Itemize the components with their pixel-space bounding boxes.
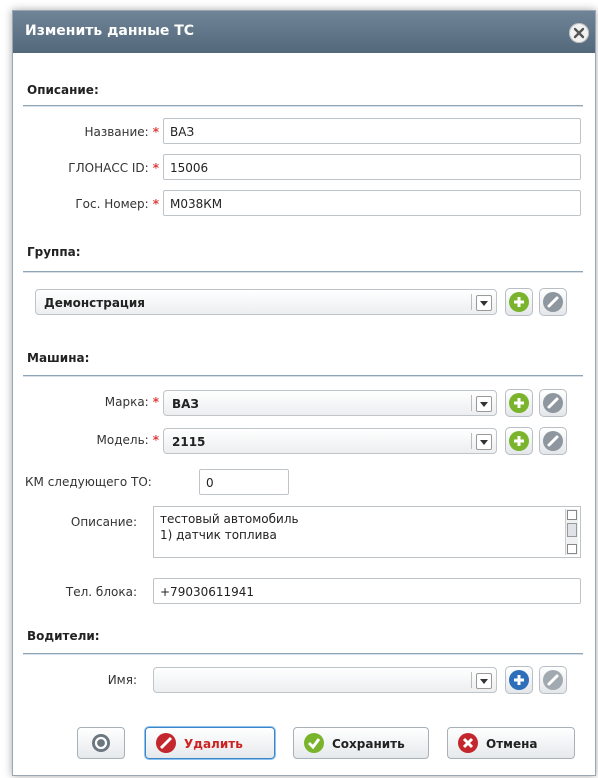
section-divider <box>23 105 583 106</box>
close-icon[interactable] <box>569 23 589 43</box>
model-label: Модель: * <box>96 433 159 447</box>
plus-icon <box>509 292 529 312</box>
gear-icon <box>92 734 110 752</box>
section-machine-title: Машина: <box>27 351 90 365</box>
name-label: Название: * <box>84 125 159 139</box>
save-button-label: Сохранить <box>332 737 405 751</box>
pencil-icon <box>543 670 563 690</box>
edit-vehicle-dialog: Изменить данные ТС Описание: Название: * … <box>12 10 596 776</box>
plus-icon <box>509 431 529 451</box>
phone-input[interactable]: +79030611941 <box>153 578 581 604</box>
pencil-icon <box>543 393 563 413</box>
scroll-down-icon[interactable] <box>567 544 577 554</box>
plus-icon <box>509 393 529 413</box>
description-textarea[interactable]: тестовый автомобиль 1) датчик топлива <box>153 506 581 558</box>
chevron-down-icon[interactable] <box>476 396 492 412</box>
name-input[interactable]: ВАЗ <box>163 118 581 144</box>
brand-label: Марка: * <box>104 395 159 409</box>
cancel-button-label: Отмена <box>486 737 538 751</box>
scroll-up-icon[interactable] <box>567 510 577 520</box>
dialog-title: Изменить данные ТС <box>25 23 195 39</box>
checkmark-icon <box>304 733 324 753</box>
model-select[interactable]: 2115 <box>163 428 497 454</box>
add-driver-button[interactable] <box>505 666 533 694</box>
phone-label: Тел. блока: <box>65 585 137 599</box>
plate-number-input[interactable]: М038КМ <box>163 190 581 216</box>
description-line-2: 1) датчик топлива <box>160 528 277 542</box>
glonass-id-input[interactable]: 15006 <box>163 154 581 180</box>
cancel-button[interactable]: Отмена <box>447 727 575 759</box>
section-description-title: Описание: <box>27 83 99 97</box>
textarea-scrollbar[interactable] <box>565 509 578 555</box>
driver-select[interactable] <box>153 667 497 693</box>
edit-brand-button[interactable] <box>539 389 567 417</box>
plate-label: Гос. Номер: * <box>75 197 159 211</box>
add-group-button[interactable] <box>505 288 533 316</box>
chevron-down-icon[interactable] <box>476 434 492 450</box>
select-divider <box>471 395 472 411</box>
scroll-thumb[interactable] <box>567 523 577 537</box>
section-drivers-title: Водители: <box>27 629 100 643</box>
description-label: Описание: <box>70 515 137 529</box>
save-button[interactable]: Сохранить <box>293 727 429 759</box>
next-service-km-input[interactable]: 0 <box>199 469 289 495</box>
edit-group-button[interactable] <box>539 288 567 316</box>
section-divider <box>23 271 583 272</box>
edit-model-button[interactable] <box>539 427 567 455</box>
pencil-icon <box>543 431 563 451</box>
delete-button[interactable]: Удалить <box>145 727 275 759</box>
section-divider <box>23 375 583 376</box>
model-select-value: 2115 <box>172 435 206 449</box>
edit-driver-button[interactable] <box>539 666 567 694</box>
description-line-1: тестовый автомобиль <box>160 512 299 526</box>
driver-name-label: Имя: <box>107 673 137 687</box>
prohibited-icon <box>156 733 176 753</box>
add-brand-button[interactable] <box>505 389 533 417</box>
chevron-down-icon[interactable] <box>476 295 492 311</box>
settings-button[interactable] <box>77 727 125 759</box>
next-service-label: КМ следующего ТО: <box>25 475 152 489</box>
plus-icon <box>509 670 529 690</box>
section-divider <box>23 653 583 654</box>
glonass-label: ГЛОНАСС ID: * <box>68 161 159 175</box>
select-divider <box>471 294 472 310</box>
group-select-value: Демонстрация <box>44 296 145 310</box>
delete-button-label: Удалить <box>184 737 243 751</box>
chevron-down-icon[interactable] <box>476 673 492 689</box>
select-divider <box>471 672 472 688</box>
select-divider <box>471 433 472 449</box>
dialog-titlebar[interactable]: Изменить данные ТС <box>13 11 595 53</box>
pencil-icon <box>543 292 563 312</box>
cancel-x-icon <box>458 733 478 753</box>
brand-select[interactable]: ВАЗ <box>163 390 497 416</box>
group-select[interactable]: Демонстрация <box>35 289 497 315</box>
section-group-title: Группа: <box>27 245 81 259</box>
add-model-button[interactable] <box>505 427 533 455</box>
brand-select-value: ВАЗ <box>172 397 199 411</box>
